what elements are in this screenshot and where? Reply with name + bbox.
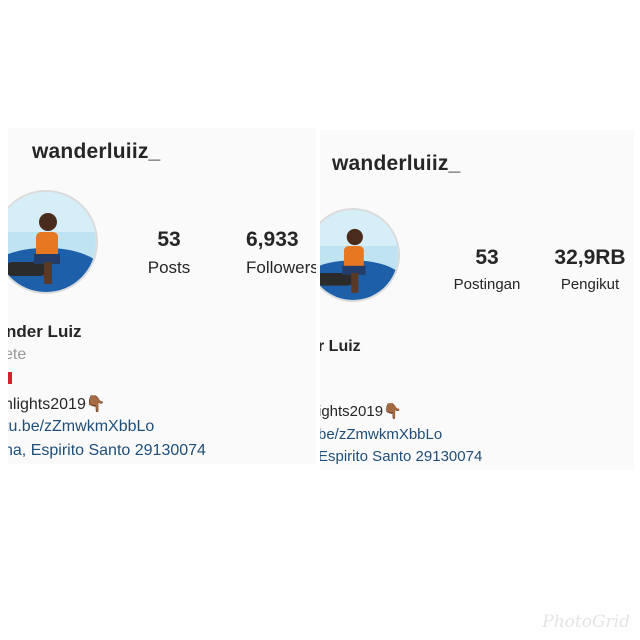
profile-display-name: r Luiz bbox=[320, 338, 361, 355]
posts-count: 53 bbox=[157, 228, 181, 251]
avatar-photo bbox=[320, 210, 398, 300]
bio-text-content: ights2019 bbox=[320, 403, 384, 420]
bio-text: nlights2019👇🏾 bbox=[8, 394, 106, 414]
bio-link[interactable]: be/zZmwkmXbbLo bbox=[320, 426, 442, 443]
posts-label: Posts bbox=[147, 258, 191, 277]
followers-count: 6,933 bbox=[246, 228, 299, 251]
profile-screenshot-left: wanderluiiz_ 53 Posts 6,933 Followers nd… bbox=[8, 128, 316, 464]
profile-screenshot-right: wanderluiiz_ 53 Postingan 32,9RB Pengiku… bbox=[320, 130, 634, 470]
followers-label: Followers bbox=[246, 258, 316, 277]
pointing-down-icon: 👇🏾 bbox=[85, 396, 106, 413]
profile-display-name: nder Luiz bbox=[8, 322, 82, 341]
profile-avatar[interactable] bbox=[320, 208, 400, 302]
bio-address[interactable]: Espirito Santo 29130074 bbox=[320, 448, 482, 465]
followers-stat[interactable]: 6,933 Followers bbox=[246, 228, 316, 278]
bio-text-content: nlights2019 bbox=[8, 396, 86, 413]
followers-label: Pengikut bbox=[560, 276, 620, 293]
watermark-logo: PhotoGrid bbox=[542, 612, 630, 632]
posts-stat[interactable]: 53 Posts bbox=[136, 228, 202, 278]
profile-username[interactable]: wanderluiiz_ bbox=[32, 140, 160, 164]
bio-link[interactable]: tu.be/zZmwkmXbbLo bbox=[8, 418, 154, 436]
posts-count: 53 bbox=[475, 246, 499, 269]
followers-count: 32,9RB bbox=[554, 246, 626, 269]
posts-stat[interactable]: 53 Postingan bbox=[432, 246, 542, 293]
profile-avatar[interactable] bbox=[8, 190, 98, 294]
avatar-photo bbox=[8, 192, 96, 292]
bio-address[interactable]: na, Espirito Santo 29130074 bbox=[8, 442, 206, 460]
posts-label: Postingan bbox=[453, 276, 521, 293]
profile-category: ete bbox=[8, 346, 27, 363]
bio-text: ights2019👇🏾 bbox=[320, 402, 402, 420]
flag-icon bbox=[8, 372, 12, 384]
pointing-down-icon: 👇🏾 bbox=[383, 403, 402, 420]
followers-stat[interactable]: 32,9RB Pengikut bbox=[550, 246, 630, 293]
profile-username[interactable]: wanderluiiz_ bbox=[332, 152, 460, 176]
